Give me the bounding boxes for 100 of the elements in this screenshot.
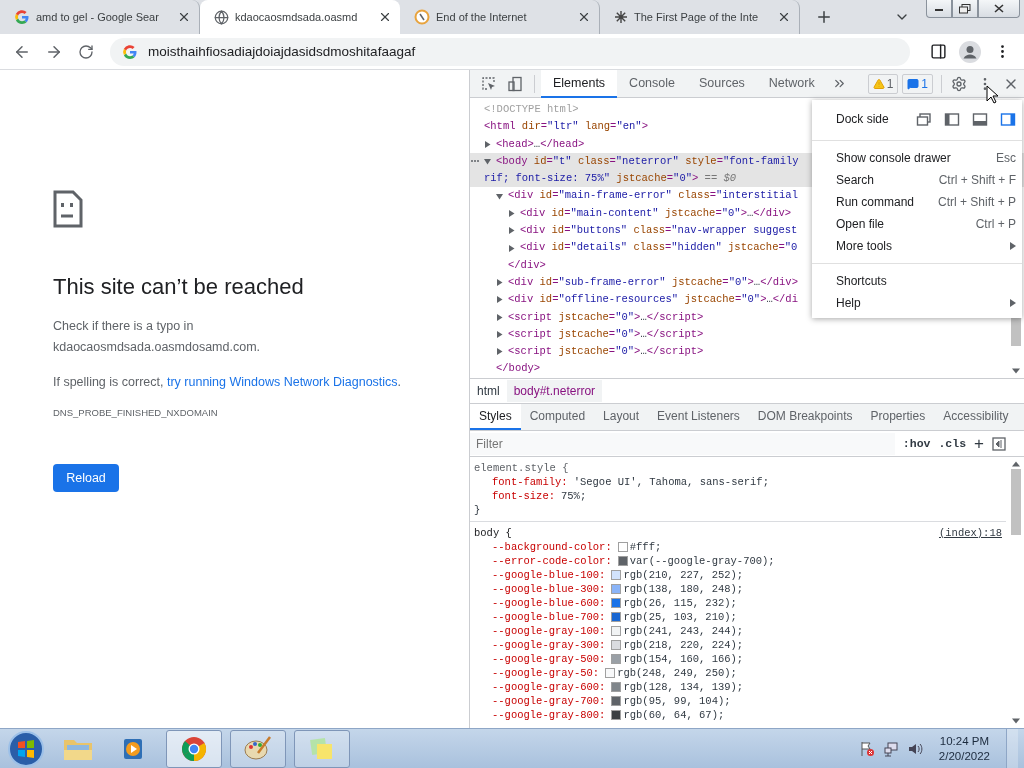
message-count[interactable]: 1 (902, 73, 933, 94)
collapsed-arrow-icon[interactable] (508, 244, 515, 252)
color-swatch[interactable] (611, 612, 622, 622)
close-icon[interactable] (577, 10, 591, 24)
close-icon[interactable] (177, 10, 191, 24)
close-window-button[interactable] (978, 0, 1020, 18)
color-swatch[interactable] (611, 598, 622, 608)
restore-button[interactable] (952, 0, 978, 18)
source-link[interactable]: (index):18 (939, 526, 1002, 540)
network-icon[interactable] (882, 740, 899, 757)
devtools-tab[interactable]: Network (756, 69, 827, 98)
dom-node-line[interactable]: <script jstcache="0">…</script> (508, 343, 704, 361)
dock-undock-icon[interactable] (916, 111, 932, 127)
hover-state-toggle[interactable]: :hov (902, 437, 931, 450)
menu-item[interactable]: Show console drawer Esc (812, 147, 1022, 169)
dom-node-line[interactable]: </div> (508, 256, 546, 274)
color-swatch[interactable] (611, 584, 622, 594)
dock-left-icon[interactable] (944, 111, 960, 127)
scrollbar-thumb[interactable] (1011, 469, 1021, 535)
collapsed-arrow-icon[interactable] (496, 331, 503, 338)
expanded-arrow-icon[interactable] (484, 158, 491, 166)
dom-node-line[interactable]: <div id="details" class="hidden" jstcache="0 (520, 239, 798, 257)
class-toggle[interactable]: .cls (938, 437, 967, 450)
color-swatch[interactable] (611, 682, 622, 692)
dom-node-line[interactable]: <div id="sub-frame-error" jstcache="0">…</div> (508, 273, 798, 292)
collapsed-arrow-icon[interactable] (496, 296, 503, 304)
css-property: --google-gray-300: rgb(218, 220, 224); (491, 638, 745, 652)
collapsed-arrow-icon[interactable] (496, 348, 503, 356)
close-icon[interactable] (777, 10, 791, 24)
more-options-icon[interactable] (471, 159, 479, 162)
action-center-flag-icon[interactable] (858, 740, 875, 757)
dom-node-line[interactable]: <div id="main-frame-error" class="interstitial (508, 187, 798, 205)
scroll-down-icon[interactable] (1012, 368, 1020, 374)
dom-node-line[interactable]: <body id="t" class="neterror" style="font-family (496, 152, 799, 171)
color-swatch[interactable] (605, 668, 616, 678)
warning-count[interactable]: 1 (867, 73, 899, 94)
breadcrumb[interactable]: body#t.neterror (506, 380, 603, 402)
styles-pane-tab[interactable]: Computed (520, 404, 595, 430)
styles-pane-tab[interactable]: DOM Breakpoints (748, 404, 862, 430)
color-swatch[interactable] (611, 696, 622, 706)
settings-icon[interactable] (951, 75, 967, 92)
styles-pane-tab[interactable]: Event Listeners (648, 404, 749, 430)
reload-button[interactable]: Reload (53, 464, 119, 492)
collapsed-arrow-icon[interactable] (508, 227, 515, 235)
taskbar-app[interactable] (166, 729, 222, 768)
dock-bottom-icon[interactable] (972, 111, 988, 127)
styles-pane-tab[interactable]: Properties (861, 404, 935, 430)
expanded-arrow-icon[interactable] (496, 192, 503, 200)
collapsed-arrow-icon[interactable] (484, 140, 491, 148)
scroll-up-icon[interactable] (1012, 461, 1020, 467)
color-swatch[interactable] (611, 570, 622, 580)
reload-icon[interactable] (78, 43, 94, 60)
devtools-tab[interactable]: Sources (687, 69, 757, 98)
menu-item[interactable]: Open file Ctrl + P (812, 213, 1022, 235)
filter-field[interactable]: Filter (470, 432, 895, 455)
color-swatch[interactable] (611, 640, 622, 650)
color-swatch[interactable] (617, 556, 628, 566)
styles-pane-tab[interactable]: Layout (594, 404, 649, 430)
profile-avatar-icon[interactable] (959, 40, 981, 63)
devtools-tab[interactable]: Elements (541, 69, 618, 98)
dom-node-line[interactable]: <head>…</head> (496, 135, 585, 153)
collapsed-arrow-icon[interactable] (496, 279, 503, 287)
new-tab-icon[interactable] (815, 8, 833, 26)
menu-item[interactable]: Shortcuts (812, 270, 1022, 292)
inspect-element-icon[interactable] (481, 75, 497, 92)
styles-pane-tab[interactable]: Accessibility (934, 404, 1018, 430)
menu-item[interactable]: Run command Ctrl + Shift + P (812, 191, 1022, 213)
address-bar[interactable]: moisthaihfiosadiajdoiajdasidsdmoshitafaagaf (110, 37, 910, 66)
dom-node-line[interactable]: rif; font-size: 75%" jstcache="0"> == $0 (484, 170, 737, 188)
menu-item[interactable]: Help (812, 292, 1022, 314)
dom-node-line[interactable]: <html dir="ltr" lang="en"> (484, 118, 648, 136)
clock[interactable]: 10:24 PM 2/20/2022 (930, 733, 998, 764)
side-panel-icon[interactable] (929, 43, 947, 60)
diagnostics-link[interactable]: try running Windows Network Diagnostics (166, 375, 398, 389)
dom-node-line[interactable]: <script jstcache="0">…</script> (508, 325, 704, 344)
dom-node-line[interactable]: <script jstcache="0">…</script> (508, 308, 704, 326)
color-swatch[interactable] (611, 654, 622, 664)
color-swatch[interactable] (611, 626, 622, 636)
menu-item[interactable]: More tools (812, 235, 1022, 257)
menu-item[interactable]: Search Ctrl + Shift + F (812, 169, 1022, 191)
scroll-down-icon[interactable] (1012, 718, 1020, 724)
dom-node-line[interactable]: </body> (496, 360, 541, 378)
sidebar-toggle-icon[interactable] (992, 436, 1006, 451)
dom-node-line[interactable]: <div id="offline-resources" jstcache="0">…</di (508, 291, 798, 309)
new-rule-button[interactable]: + (974, 433, 984, 454)
dom-node-line[interactable]: <div id="buttons" class="nav-wrapper suggest (520, 222, 798, 240)
browser-tab[interactable]: kdaocaosmdsada.oasmd (200, 0, 400, 34)
close-icon[interactable] (378, 10, 392, 24)
styles-pane-tab[interactable]: Styles (470, 404, 521, 430)
color-swatch[interactable] (617, 542, 628, 552)
collapsed-arrow-icon[interactable] (496, 313, 503, 321)
devtools-tab[interactable]: Console (617, 69, 687, 98)
start-button[interactable] (6, 729, 46, 768)
device-toolbar-icon[interactable] (507, 75, 523, 92)
breadcrumb[interactable]: html (470, 380, 507, 402)
minimize-button[interactable] (926, 0, 952, 18)
collapsed-arrow-icon[interactable] (508, 209, 515, 217)
color-swatch[interactable] (611, 710, 622, 720)
dom-node-line[interactable]: <div id="main-content" jstcache="0">…</div> (520, 204, 792, 223)
dock-right-icon[interactable] (1000, 111, 1016, 127)
